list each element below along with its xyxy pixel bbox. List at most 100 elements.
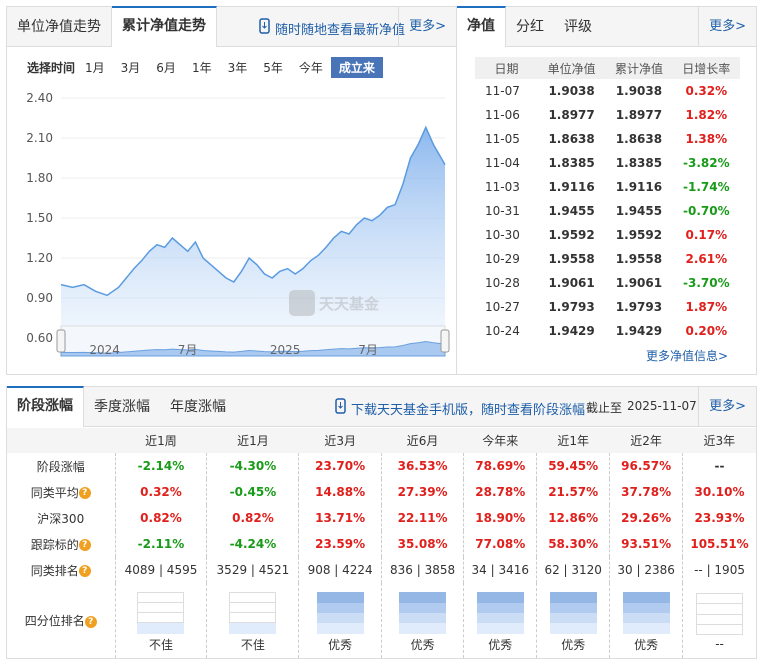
help-icon[interactable]: ? [84, 615, 97, 628]
quartile-text: 不佳 [240, 637, 265, 652]
tab-nav[interactable]: 净值 [457, 6, 506, 47]
range-4[interactable]: 3年 [220, 57, 256, 78]
quartile-text: 优秀 [410, 637, 435, 652]
range-6[interactable]: 今年 [291, 57, 331, 78]
value-cell: 30.10% [682, 479, 756, 505]
value-cell: -0.45% [206, 479, 299, 505]
more-nav-link[interactable]: 更多净值信息> [646, 347, 728, 364]
quartile-cell: 优秀 [463, 583, 537, 658]
date: 10-27 [485, 300, 520, 314]
navigator-handle-left[interactable] [56, 329, 66, 353]
tab-dividend[interactable]: 分红 [506, 7, 554, 47]
column-header: 近3年 [682, 428, 756, 453]
column-header: 近1月 [206, 428, 299, 453]
value-cell: 4089 | 4595 [114, 557, 207, 583]
range-label: 选择时间 [27, 61, 76, 75]
range-7[interactable]: 成立来 [330, 57, 383, 78]
more-link[interactable]: 更多> [698, 387, 756, 427]
quartile-bar [137, 591, 185, 634]
daily-growth: 0.17% [685, 228, 728, 242]
daily-growth: 2.61% [685, 252, 728, 266]
help-icon[interactable]: ? [78, 539, 91, 551]
unit-nav: 1.9592 [548, 228, 595, 242]
navigator-label: 7月 [178, 343, 198, 357]
table-row: 11-06 1.8977 1.8977 1.82% [475, 103, 740, 127]
value-cell: 23.70% [298, 453, 382, 479]
more-link[interactable]: 更多> [698, 7, 756, 47]
column-header: 累计净值 [605, 57, 673, 79]
nav-table: 日期 单位净值 累计净值 日增长率 11-07 1.9038 1.9038 0.32% 11-0… [475, 57, 740, 343]
unit-nav: 1.9429 [548, 324, 595, 338]
tab-cumulative-nav[interactable]: 累计净值走势 [112, 6, 217, 47]
range-2[interactable]: 6月 [148, 57, 184, 78]
row-label-text: 跟踪标的 [30, 537, 79, 552]
column-header [7, 428, 115, 453]
quartile-bar [696, 593, 744, 635]
tab-quarterly-return[interactable]: 季度涨幅 [84, 387, 160, 427]
nav-chart[interactable]: 2.40 2.10 1.80 1.50 1.20 0.90 0.60 天天基金 2024 7月 20… [7, 85, 456, 375]
quartile-cell: 优秀 [609, 583, 683, 658]
column-header: 近2年 [609, 428, 683, 453]
unit-nav: 1.8638 [548, 132, 595, 146]
date: 10-30 [485, 228, 520, 242]
range-3[interactable]: 1年 [184, 57, 220, 78]
table-row: 10-29 1.9558 1.9558 2.61% [475, 247, 740, 271]
tab-rating[interactable]: 评级 [554, 7, 602, 47]
help-icon[interactable]: ? [78, 565, 91, 577]
row-label: 跟踪标的? [7, 531, 115, 557]
tab-unit-nav[interactable]: 单位净值走势 [7, 6, 112, 47]
cumulative-nav: 1.9592 [615, 228, 663, 242]
value-cell: 34 | 3416 [463, 557, 537, 583]
row-label-text: 同类平均 [30, 485, 79, 500]
value-cell: 23.93% [682, 505, 756, 531]
quartile-text: -- [715, 637, 724, 651]
daily-growth: 0.20% [685, 324, 728, 338]
value-cell: 35.08% [380, 531, 464, 557]
help-icon[interactable]: ? [78, 487, 91, 499]
tab-stage-return[interactable]: 阶段涨幅 [7, 386, 84, 427]
performance-table: 近1周 近1月 近3月 近6月 今年来 近1年 近2年 近3年 阶段涨幅 -2.14% -4.30%… [7, 428, 756, 658]
value-cell: 62 | 3120 [536, 557, 610, 583]
unit-nav: 1.9455 [548, 204, 595, 218]
y-tick-label: 1.80 [26, 171, 53, 185]
value-cell: 30 | 2386 [609, 557, 683, 583]
range-0[interactable]: 1月 [77, 57, 113, 78]
quartile-bar [549, 591, 597, 634]
unit-nav: 1.9038 [548, 84, 595, 98]
app-link[interactable]: 随时随地查看最新净值 [275, 19, 405, 38]
date: 10-28 [485, 276, 520, 290]
app-download-link[interactable]: 下载天天基金手机版，随时查看阶段涨幅 [351, 399, 585, 418]
more-link[interactable]: 更多> [398, 7, 456, 47]
quartile-cell: 优秀 [380, 583, 464, 658]
daily-growth: 0.32% [685, 84, 728, 98]
navigator-label: 2024 [89, 343, 120, 357]
date: 10-31 [485, 204, 520, 218]
row-label: 四分位排名? [7, 583, 115, 658]
y-tick-label: 1.50 [26, 211, 53, 225]
tab-annual-return[interactable]: 年度涨幅 [160, 387, 236, 427]
value-cell: 36.53% [380, 453, 464, 479]
unit-nav: 1.9558 [548, 252, 595, 266]
quartile-text: 优秀 [328, 637, 353, 652]
cumulative-nav: 1.9061 [615, 276, 663, 290]
value-cell: 21.57% [536, 479, 610, 505]
table-row: 11-07 1.9038 1.9038 0.32% [475, 79, 740, 103]
table-row: 10-30 1.9592 1.9592 0.17% [475, 223, 740, 247]
daily-growth: 1.38% [685, 132, 728, 146]
table-row: 10-28 1.9061 1.9061 -3.70% [475, 271, 740, 295]
quartile-bar [399, 591, 447, 634]
quartile-text: 优秀 [561, 637, 586, 652]
unit-nav: 1.9061 [548, 276, 595, 290]
value-cell: 12.86% [536, 505, 610, 531]
range-1[interactable]: 3月 [113, 57, 149, 78]
time-range-selector: 选择时间 1月 3月 6月 1年 3年 5年 今年 成立来 [7, 47, 456, 78]
daily-growth: -1.74% [683, 180, 730, 194]
cumulative-nav: 1.9429 [615, 324, 663, 338]
quartile-bar [476, 591, 524, 634]
column-header: 近1周 [115, 428, 207, 453]
column-header: 单位净值 [537, 57, 606, 79]
navigator-handle-right[interactable] [440, 329, 450, 353]
range-5[interactable]: 5年 [255, 57, 291, 78]
y-tick-label: 2.10 [26, 131, 53, 145]
table-row: 11-03 1.9116 1.9116 -1.74% [475, 175, 740, 199]
